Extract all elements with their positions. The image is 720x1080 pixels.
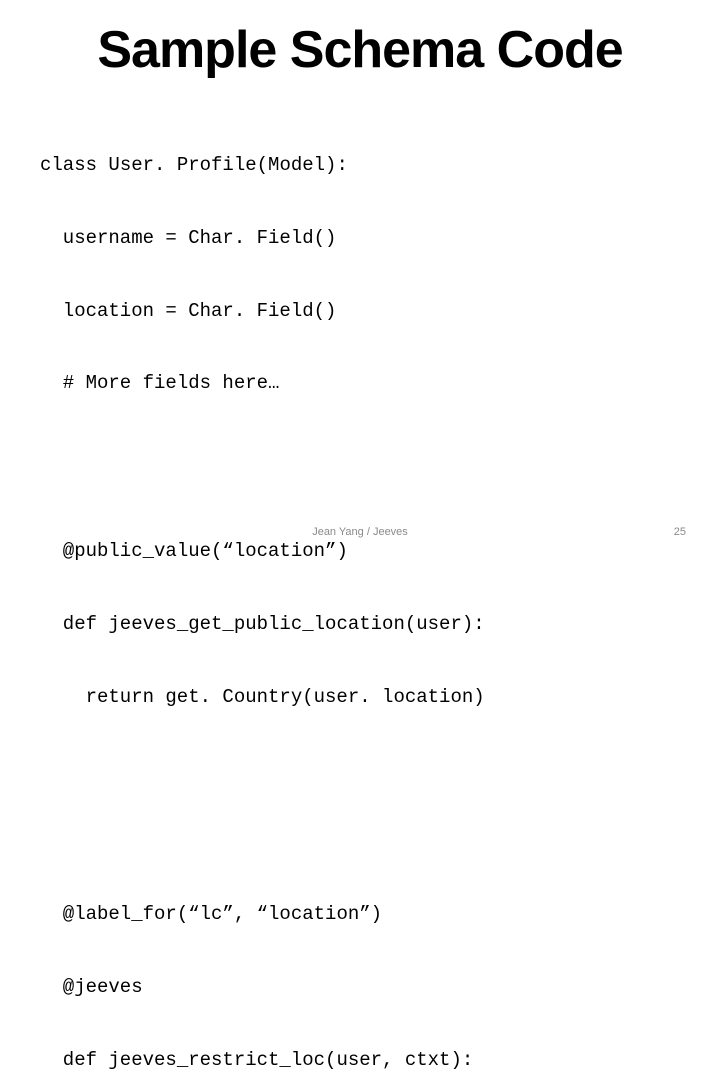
page-number: 25 [674,526,686,538]
code-line: return get. Country(user. location) [40,685,680,709]
code-line: class User. Profile(Model): [40,153,680,177]
code-line: @public_value(“location”) [40,539,680,563]
code-line: @label_for(“lc”, “location”) [40,902,680,926]
footer-credit: Jean Yang / Jeeves [312,526,408,538]
code-line: def jeeves_get_public_location(user): [40,612,680,636]
slide: Sample Schema Code class User. Profile(M… [0,0,720,540]
code-line: @jeeves [40,975,680,999]
code-line: def jeeves_restrict_loc(user, ctxt): [40,1048,680,1072]
slide-title: Sample Schema Code [40,20,680,80]
code-block: class User. Profile(Model): username = C… [40,104,680,1080]
code-line: location = Char. Field() [40,299,680,323]
code-line: # More fields here… [40,371,680,395]
code-line: username = Char. Field() [40,226,680,250]
